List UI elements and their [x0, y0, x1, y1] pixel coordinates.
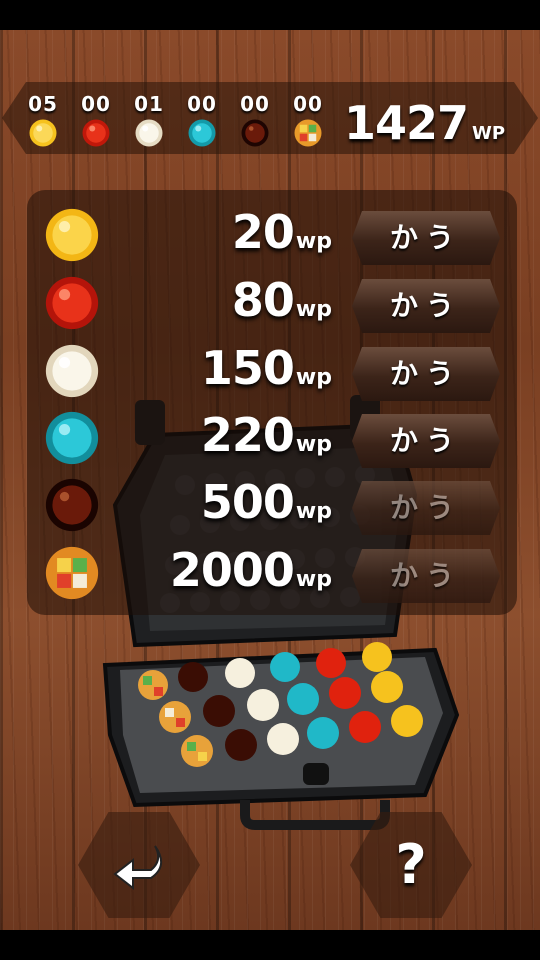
back-arrow-icon	[113, 845, 162, 891]
dark-jelly-icon	[45, 478, 99, 532]
counter-cyan: 00	[180, 92, 224, 152]
price-label: 2000wp	[170, 543, 332, 597]
shop-row-dark: 500wp かう	[0, 473, 540, 539]
cyan-jelly-icon	[45, 411, 99, 465]
price-value: 80	[231, 273, 295, 327]
price-unit: wp	[295, 567, 332, 592]
red-jelly-icon	[45, 276, 99, 330]
price-unit: wp	[295, 499, 332, 524]
help-label: ?	[395, 833, 427, 896]
buy-button-disabled[interactable]: かう	[352, 481, 500, 535]
yellow-jelly-icon	[29, 119, 57, 147]
price-value: 20	[231, 205, 295, 259]
buy-button[interactable]: かう	[352, 347, 500, 401]
buy-button-disabled[interactable]: かう	[352, 549, 500, 603]
counter-white: 01	[127, 92, 171, 152]
counter-dark: 00	[233, 92, 277, 152]
white-jelly-icon	[135, 119, 163, 147]
wp-total-value: 1427	[344, 96, 469, 150]
counter-value: 05	[28, 92, 58, 116]
price-label: 220wp	[201, 408, 332, 462]
shop-row-white: 150wp かう	[0, 339, 540, 405]
price-unit: wp	[295, 229, 332, 254]
buy-button[interactable]: かう	[352, 211, 500, 265]
buy-button[interactable]: かう	[352, 279, 500, 333]
price-value: 2000	[169, 543, 295, 597]
counter-value: 00	[293, 92, 323, 116]
price-label: 80wp	[232, 273, 332, 327]
price-unit: wp	[295, 432, 332, 457]
counter-value: 01	[134, 92, 164, 116]
price-value: 150	[200, 341, 295, 395]
price-unit: wp	[295, 297, 332, 322]
shop-row-mosaic: 2000wp かう	[0, 541, 540, 607]
price-value: 220	[200, 408, 295, 462]
price-label: 150wp	[201, 341, 332, 395]
price-unit: wp	[295, 365, 332, 390]
shop-row-red: 80wp かう	[0, 271, 540, 337]
shop-row-cyan: 220wp かう	[0, 406, 540, 472]
red-jelly-icon	[82, 119, 110, 147]
counter-value: 00	[81, 92, 111, 116]
white-jelly-icon	[45, 344, 99, 398]
yellow-jelly-icon	[45, 208, 99, 262]
counter-value: 00	[187, 92, 217, 116]
counter-yellow: 05	[21, 92, 65, 152]
mosaic-jelly-icon	[294, 119, 322, 147]
shop-row-yellow: 20wp かう	[0, 203, 540, 269]
dark-jelly-icon	[241, 119, 269, 147]
counter-red: 00	[74, 92, 118, 152]
mosaic-jelly-icon	[45, 546, 99, 600]
bottom-black-bar	[0, 930, 540, 960]
wp-total: 1427 WP	[344, 96, 534, 150]
price-label: 20wp	[232, 205, 332, 259]
counter-mosaic: 00	[286, 92, 330, 152]
cyan-jelly-icon	[188, 119, 216, 147]
price-value: 500	[200, 475, 295, 529]
price-label: 500wp	[201, 475, 332, 529]
buy-button[interactable]: かう	[352, 414, 500, 468]
counter-value: 00	[240, 92, 270, 116]
wp-total-unit: WP	[472, 123, 506, 144]
